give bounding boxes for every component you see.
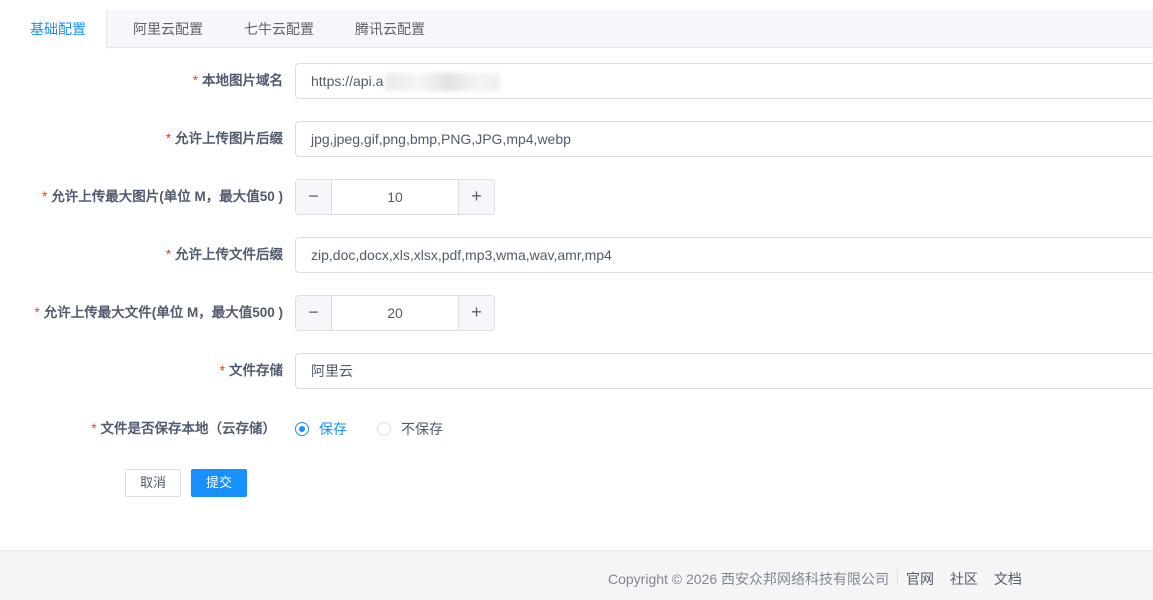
copyright-text: Copyright © 2026 西安众邦网络科技有限公司 [608, 571, 890, 587]
footer-link-website[interactable]: 官网 [906, 571, 934, 587]
required-mark: * [165, 247, 171, 262]
image-ext-label: * 允许上传图片后缀 [165, 131, 283, 146]
decrement-button[interactable]: − [296, 180, 332, 214]
file-max-stepper: − 20 + [295, 295, 495, 331]
radio-not-save[interactable]: 不保存 [377, 411, 443, 447]
increment-button[interactable]: + [458, 296, 494, 330]
tab-qiniu-config[interactable]: 七牛云配置 [224, 10, 334, 48]
file-ext-input[interactable]: zip,doc,docx,xls,xlsx,pdf,mp3,wma,wav,am… [295, 237, 1153, 273]
divider [897, 570, 899, 585]
image-ext-input[interactable]: jpg,jpeg,gif,png,bmp,PNG,JPG,mp4,webp [295, 121, 1153, 157]
footer-link-docs[interactable]: 文档 [994, 571, 1022, 587]
image-max-value[interactable]: 10 [332, 180, 458, 214]
footer: Copyright © 2026 西安众邦网络科技有限公司 官网 社区 文档 [0, 550, 1153, 600]
file-ext-label: * 允许上传文件后缀 [165, 247, 283, 262]
footer-content: Copyright © 2026 西安众邦网络科技有限公司 官网 社区 文档 [608, 551, 1022, 600]
tab-tencent-config[interactable]: 腾讯云配置 [335, 10, 445, 48]
required-mark: * [165, 131, 171, 146]
file-max-label: * 允许上传最大文件(单位 M，最大值500 ) [34, 305, 283, 320]
form-row-image-ext: * 允许上传图片后缀 jpg,jpeg,gif,png,bmp,PNG,JPG,m… [0, 121, 1153, 157]
required-mark: * [192, 73, 198, 88]
image-max-label: * 允许上传最大图片(单位 M，最大值50 ) [41, 189, 283, 204]
form-row-image-max: * 允许上传最大图片(单位 M，最大值50 ) − 10 + [0, 179, 1153, 215]
local-domain-label: * 本地图片域名 [192, 73, 283, 88]
form-row-storage: * 文件存储 阿里云 [0, 353, 1153, 389]
save-local-label: * 文件是否保存本地（云存储） [91, 421, 276, 436]
cancel-button[interactable]: 取消 [125, 469, 181, 497]
required-mark: * [219, 363, 225, 378]
image-max-stepper: − 10 + [295, 179, 495, 215]
storage-input[interactable]: 阿里云 [295, 353, 1153, 389]
form-row-local-domain: * 本地图片域名 https://api.a [0, 63, 1153, 99]
submit-button[interactable]: 提交 [191, 469, 247, 497]
footer-link-community[interactable]: 社区 [950, 571, 978, 587]
form-row-save-local: * 文件是否保存本地（云存储） 保存 不保存 [0, 411, 1153, 447]
local-domain-input[interactable]: https://api.a [295, 63, 1153, 99]
required-mark: * [41, 189, 48, 204]
file-max-value[interactable]: 20 [332, 296, 458, 330]
redacted-blur [385, 73, 501, 92]
form-row-file-max: * 允许上传最大文件(单位 M，最大值500 ) − 20 + [0, 295, 1153, 331]
radio-save[interactable]: 保存 [295, 411, 347, 447]
increment-button[interactable]: + [458, 180, 494, 214]
form-row-file-ext: * 允许上传文件后缀 zip,doc,docx,xls,xlsx,pdf,mp3,… [0, 237, 1153, 273]
decrement-button[interactable]: − [296, 296, 332, 330]
required-mark: * [91, 421, 97, 436]
config-tabs: 基础配置 阿里云配置 七牛云配置 腾讯云配置 [10, 10, 1153, 49]
tab-basic-config[interactable]: 基础配置 [10, 10, 107, 49]
radio-checked-icon [295, 422, 309, 436]
storage-label: * 文件存储 [219, 363, 283, 378]
radio-unchecked-icon [377, 422, 391, 436]
required-mark: * [34, 305, 40, 320]
tab-aliyun-config[interactable]: 阿里云配置 [113, 10, 223, 48]
